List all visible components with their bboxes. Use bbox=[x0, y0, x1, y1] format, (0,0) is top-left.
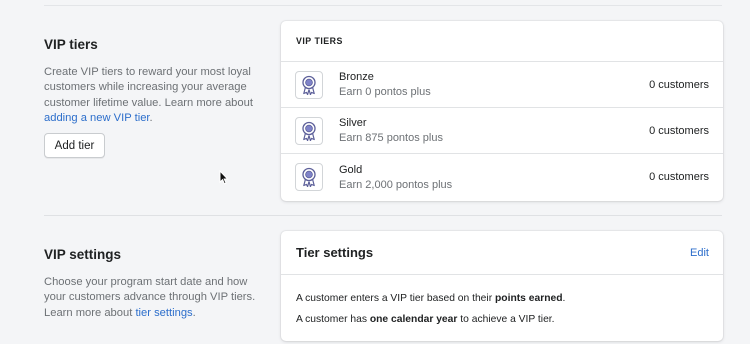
tier-row-silver[interactable]: Silver Earn 875 pontos plus 0 customers bbox=[281, 108, 723, 154]
tier-name: Gold bbox=[339, 163, 363, 176]
rule1-prefix: A customer enters a VIP tier based on th… bbox=[296, 293, 495, 304]
tier-customer-count: 0 customers bbox=[649, 124, 709, 137]
tier-settings-card: Tier settings Edit A customer enters a V… bbox=[281, 231, 723, 341]
vip-settings-description-suffix: . bbox=[192, 306, 196, 319]
vip-tiers-description-text: Create VIP tiers to reward your most loy… bbox=[44, 66, 253, 109]
tier-customer-count: 0 customers bbox=[649, 78, 709, 91]
rule1-suffix: . bbox=[562, 293, 566, 304]
medal-icon bbox=[295, 116, 323, 145]
vip-tiers-card: VIP TIERS Bronze Earn 0 pontos plus 0 cu… bbox=[281, 21, 723, 201]
tier-text: Bronze Earn 0 pontos plus bbox=[339, 70, 649, 99]
tier-settings-card-header: Tier settings Edit bbox=[281, 231, 723, 275]
add-tier-button[interactable]: Add tier bbox=[44, 133, 105, 158]
tier-settings-body: A customer enters a VIP tier based on th… bbox=[281, 275, 723, 326]
section-divider bbox=[44, 215, 722, 216]
adding-vip-tier-link[interactable]: adding a new VIP tier bbox=[44, 112, 150, 124]
tier-settings-title: Tier settings bbox=[296, 245, 374, 260]
vip-tiers-title: VIP tiers bbox=[44, 37, 98, 52]
tier-text: Silver Earn 875 pontos plus bbox=[339, 116, 649, 145]
medal-icon bbox=[295, 163, 323, 191]
vip-settings-description: Choose your program start date and how y… bbox=[44, 275, 258, 321]
tier-requirement: Earn 2,000 pontos plus bbox=[339, 178, 453, 191]
mouse-pointer-icon bbox=[219, 170, 229, 185]
edit-tier-settings-button[interactable]: Edit bbox=[690, 247, 709, 259]
tier-settings-link[interactable]: tier settings bbox=[135, 307, 192, 319]
top-divider bbox=[44, 5, 722, 6]
vip-tiers-description: Create VIP tiers to reward your most loy… bbox=[44, 65, 258, 126]
tier-entry-rule: A customer enters a VIP tier based on th… bbox=[296, 292, 708, 305]
tier-requirement: Earn 875 pontos plus bbox=[339, 132, 443, 144]
tier-text: Gold Earn 2,000 pontos plus bbox=[339, 163, 649, 192]
tier-name: Silver bbox=[339, 117, 367, 129]
vip-tiers-description-suffix: . bbox=[149, 111, 153, 124]
tier-name: Bronze bbox=[339, 71, 374, 83]
tier-row-bronze[interactable]: Bronze Earn 0 pontos plus 0 customers bbox=[281, 62, 723, 108]
rule1-bold: points earned bbox=[495, 293, 563, 304]
vip-settings-title: VIP settings bbox=[44, 247, 122, 262]
tier-row-gold[interactable]: Gold Earn 2,000 pontos plus 0 customers bbox=[281, 154, 723, 200]
vip-tiers-card-header: VIP TIERS bbox=[281, 21, 723, 62]
rule2-bold: one calendar year bbox=[369, 314, 458, 325]
tier-list: Bronze Earn 0 pontos plus 0 customers Si… bbox=[281, 62, 723, 200]
medal-icon bbox=[295, 70, 323, 99]
tier-period-rule: A customer has one calendar year to achi… bbox=[296, 313, 708, 326]
rule2-suffix: to achieve a VIP tier. bbox=[457, 314, 555, 325]
rule2-prefix: A customer has bbox=[296, 314, 370, 325]
tier-customer-count: 0 customers bbox=[649, 171, 709, 183]
tier-requirement: Earn 0 pontos plus bbox=[339, 86, 431, 98]
